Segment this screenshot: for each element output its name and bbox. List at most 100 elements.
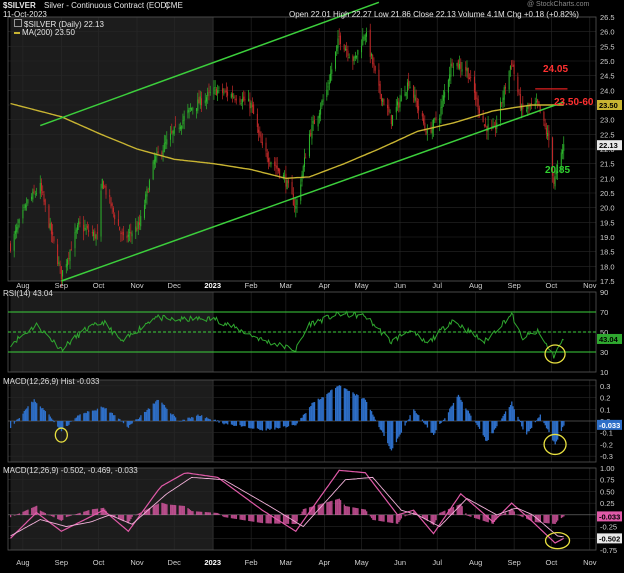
hist-bar (85, 413, 87, 421)
candle-body (50, 222, 52, 235)
hist-bar (138, 417, 141, 421)
macd-hist-bar (328, 501, 331, 515)
hist-bar (512, 406, 514, 421)
candle-body (197, 99, 199, 111)
candle-body (192, 108, 194, 110)
hist-bar (13, 421, 16, 424)
candle-body (261, 141, 263, 146)
candle-body (188, 108, 190, 113)
hist-bar (91, 410, 94, 421)
hist-bar (362, 398, 364, 421)
hist-bar (172, 414, 174, 421)
hist-bar (302, 414, 305, 421)
candle-body (225, 90, 227, 93)
hist-bar (461, 401, 463, 421)
hist-bar (527, 421, 529, 432)
macd-hist-bar (337, 498, 339, 515)
hist-bar (553, 421, 555, 442)
macd-hist-bar (300, 514, 302, 515)
macd-hist-bar (492, 514, 494, 524)
hist-bar (353, 393, 355, 421)
macd-hist-bar (357, 508, 359, 515)
price-tick-label: 24.5 (600, 72, 615, 81)
candle-body (543, 112, 545, 121)
macd-hist-bar (129, 514, 131, 522)
hist-bar (430, 421, 432, 433)
candle-body (241, 98, 243, 103)
hist-bar (137, 419, 140, 421)
candle-body (499, 101, 501, 122)
hist-bar (466, 410, 468, 421)
price-tick-label: 21.5 (600, 160, 615, 169)
macd-hist-bar (191, 511, 193, 515)
candle-body (378, 69, 380, 86)
candle-body (111, 203, 113, 206)
hist-bar (493, 421, 496, 430)
candle-body (405, 92, 407, 97)
hist-bar (440, 421, 442, 424)
hist-bar (389, 421, 391, 449)
candle-body (182, 119, 184, 125)
candle-body (270, 162, 272, 165)
hist-bar (70, 421, 73, 422)
hist-bar (62, 421, 64, 429)
hist-bar (260, 421, 262, 430)
macd-hist-bar (292, 514, 295, 525)
macd-hist-bar (364, 509, 367, 515)
hist-bar (74, 418, 76, 421)
candle-body (442, 95, 444, 101)
hist-bar (269, 421, 271, 430)
hist-bar (88, 411, 90, 421)
candle-body (162, 150, 164, 157)
candle-body (49, 223, 51, 230)
candle-body (191, 107, 193, 111)
candle-body (266, 152, 268, 159)
candle-body (330, 73, 332, 82)
hist-bar (205, 417, 208, 421)
candle-body (354, 55, 356, 59)
hist-bar (204, 418, 207, 421)
hist-bar (96, 408, 99, 421)
hist-bar (476, 421, 478, 425)
candle-body (512, 64, 514, 67)
candle-body (444, 91, 446, 98)
hist-bar (432, 421, 435, 435)
hist-tick-label: 0.3 (600, 382, 610, 391)
macd-hist-bar (538, 514, 540, 523)
hist-bar (398, 421, 400, 437)
hist-bar (467, 410, 470, 421)
candle-body (383, 99, 385, 106)
macd-hist-bar (483, 514, 486, 522)
macd-hist-bar (207, 512, 209, 515)
candle-body (171, 131, 173, 133)
hist-bar (447, 412, 450, 421)
macd-hist-bar (79, 512, 81, 515)
hist-bar (387, 421, 389, 444)
macd-hist-bar (223, 514, 225, 518)
hist-bar (413, 409, 415, 421)
candle-body (491, 126, 493, 127)
hist-bar (352, 392, 354, 421)
macd-hist-bar (26, 510, 28, 515)
hist-bar (110, 412, 112, 421)
macd-hist-bar (13, 514, 16, 516)
candle-body (318, 113, 320, 118)
candle-body (331, 69, 333, 75)
hist-bar (373, 416, 375, 421)
candle-body (392, 115, 394, 126)
hist-bar (441, 421, 443, 422)
hist-bar (557, 421, 559, 440)
candle-body (189, 108, 191, 109)
candle-body (140, 216, 142, 227)
price-tick-label: 26.5 (600, 13, 615, 22)
hist-bar (105, 408, 107, 421)
macd-hist-bar (174, 505, 177, 515)
hist-bar (130, 421, 132, 425)
candle-body (390, 114, 392, 124)
hist-bar (435, 421, 437, 431)
candle-body (389, 112, 391, 114)
price-tick-label: 25.0 (600, 57, 615, 66)
candle-body (256, 113, 258, 128)
hist-bar (390, 421, 393, 451)
macd-hist-bar (467, 514, 470, 516)
